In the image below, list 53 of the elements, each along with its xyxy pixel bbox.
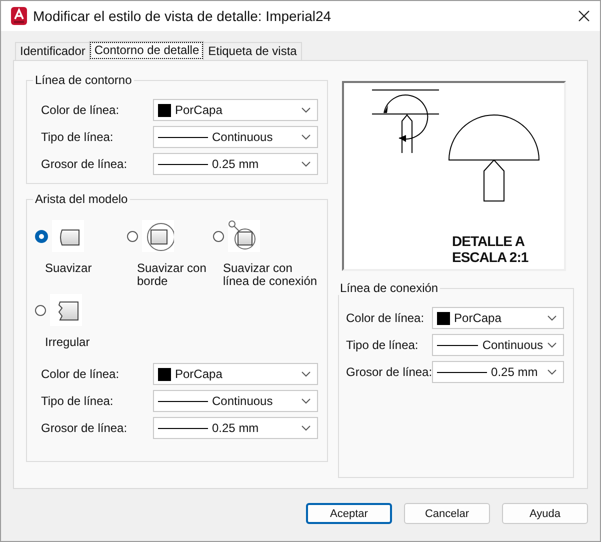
option-label: Suavizar con borde xyxy=(137,262,208,288)
dropdown[interactable]: PorCapa xyxy=(432,307,564,329)
chevron-down-icon xyxy=(301,161,311,167)
radio-button[interactable] xyxy=(213,230,224,242)
dropdown[interactable]: 0.25 mm xyxy=(153,417,318,439)
dropdown[interactable]: 0.25 mm xyxy=(153,153,318,175)
bordered-edge-icon xyxy=(142,220,174,252)
dialog-button[interactable]: Cancelar xyxy=(404,503,490,524)
close-icon[interactable] xyxy=(578,10,590,22)
chevron-down-icon xyxy=(547,315,558,321)
field-label: Color de línea: xyxy=(346,311,424,325)
field-label: Grosor de línea: xyxy=(41,421,128,435)
field-label: Grosor de línea: xyxy=(41,157,128,171)
chevron-down-icon xyxy=(547,342,558,348)
dropdown[interactable]: Continuous xyxy=(153,126,318,148)
group-title: Línea de contorno xyxy=(34,73,133,87)
tab[interactable]: Etiqueta de vista xyxy=(203,42,302,60)
chevron-down-icon xyxy=(301,371,311,377)
dropdown[interactable]: 0.25 mm xyxy=(432,361,564,383)
preview-caption: ESCALA 2:1 xyxy=(452,249,528,265)
chevron-down-icon xyxy=(547,369,558,375)
option-label: Suavizar xyxy=(45,262,93,275)
dropdown[interactable]: PorCapa xyxy=(153,99,318,121)
window-title: Modificar el estilo de vista de detalle: Imperial24 xyxy=(33,8,332,24)
field-label: Color de línea: xyxy=(41,103,120,117)
chevron-down-icon xyxy=(301,398,311,404)
dialog-button[interactable]: Ayuda xyxy=(502,503,588,524)
dialog-button[interactable]: Aceptar xyxy=(306,503,392,524)
option-label: Suavizar con línea de conexión xyxy=(223,262,318,288)
field-label: Tipo de línea: xyxy=(41,130,114,144)
smooth-edge-icon xyxy=(52,220,84,252)
chevron-down-icon xyxy=(301,425,311,431)
radio-button[interactable] xyxy=(35,304,46,316)
radio-button[interactable] xyxy=(127,230,138,242)
field-label: Grosor de línea: xyxy=(346,365,432,379)
field-label: Tipo de línea: xyxy=(346,338,418,352)
jagged-edge-icon xyxy=(50,294,82,326)
group-title: Línea de conexión xyxy=(339,281,440,295)
tab[interactable]: Contorno de detalle xyxy=(89,41,204,60)
chevron-down-icon xyxy=(301,134,311,140)
group-title: Arista del modelo xyxy=(34,192,129,206)
option-label: Irregular xyxy=(45,336,91,349)
dropdown[interactable]: Continuous xyxy=(153,390,318,412)
chevron-down-icon xyxy=(301,107,311,113)
tab[interactable]: Identificador xyxy=(15,42,90,60)
connected-edge-icon xyxy=(228,220,260,252)
field-label: Color de línea: xyxy=(41,367,120,381)
radio-button[interactable] xyxy=(35,230,48,242)
preview-caption: DETALLE A xyxy=(452,233,526,249)
dropdown[interactable]: Continuous xyxy=(432,334,564,356)
field-label: Tipo de línea: xyxy=(41,394,114,408)
dropdown[interactable]: PorCapa xyxy=(153,363,318,385)
app-icon xyxy=(11,7,27,25)
